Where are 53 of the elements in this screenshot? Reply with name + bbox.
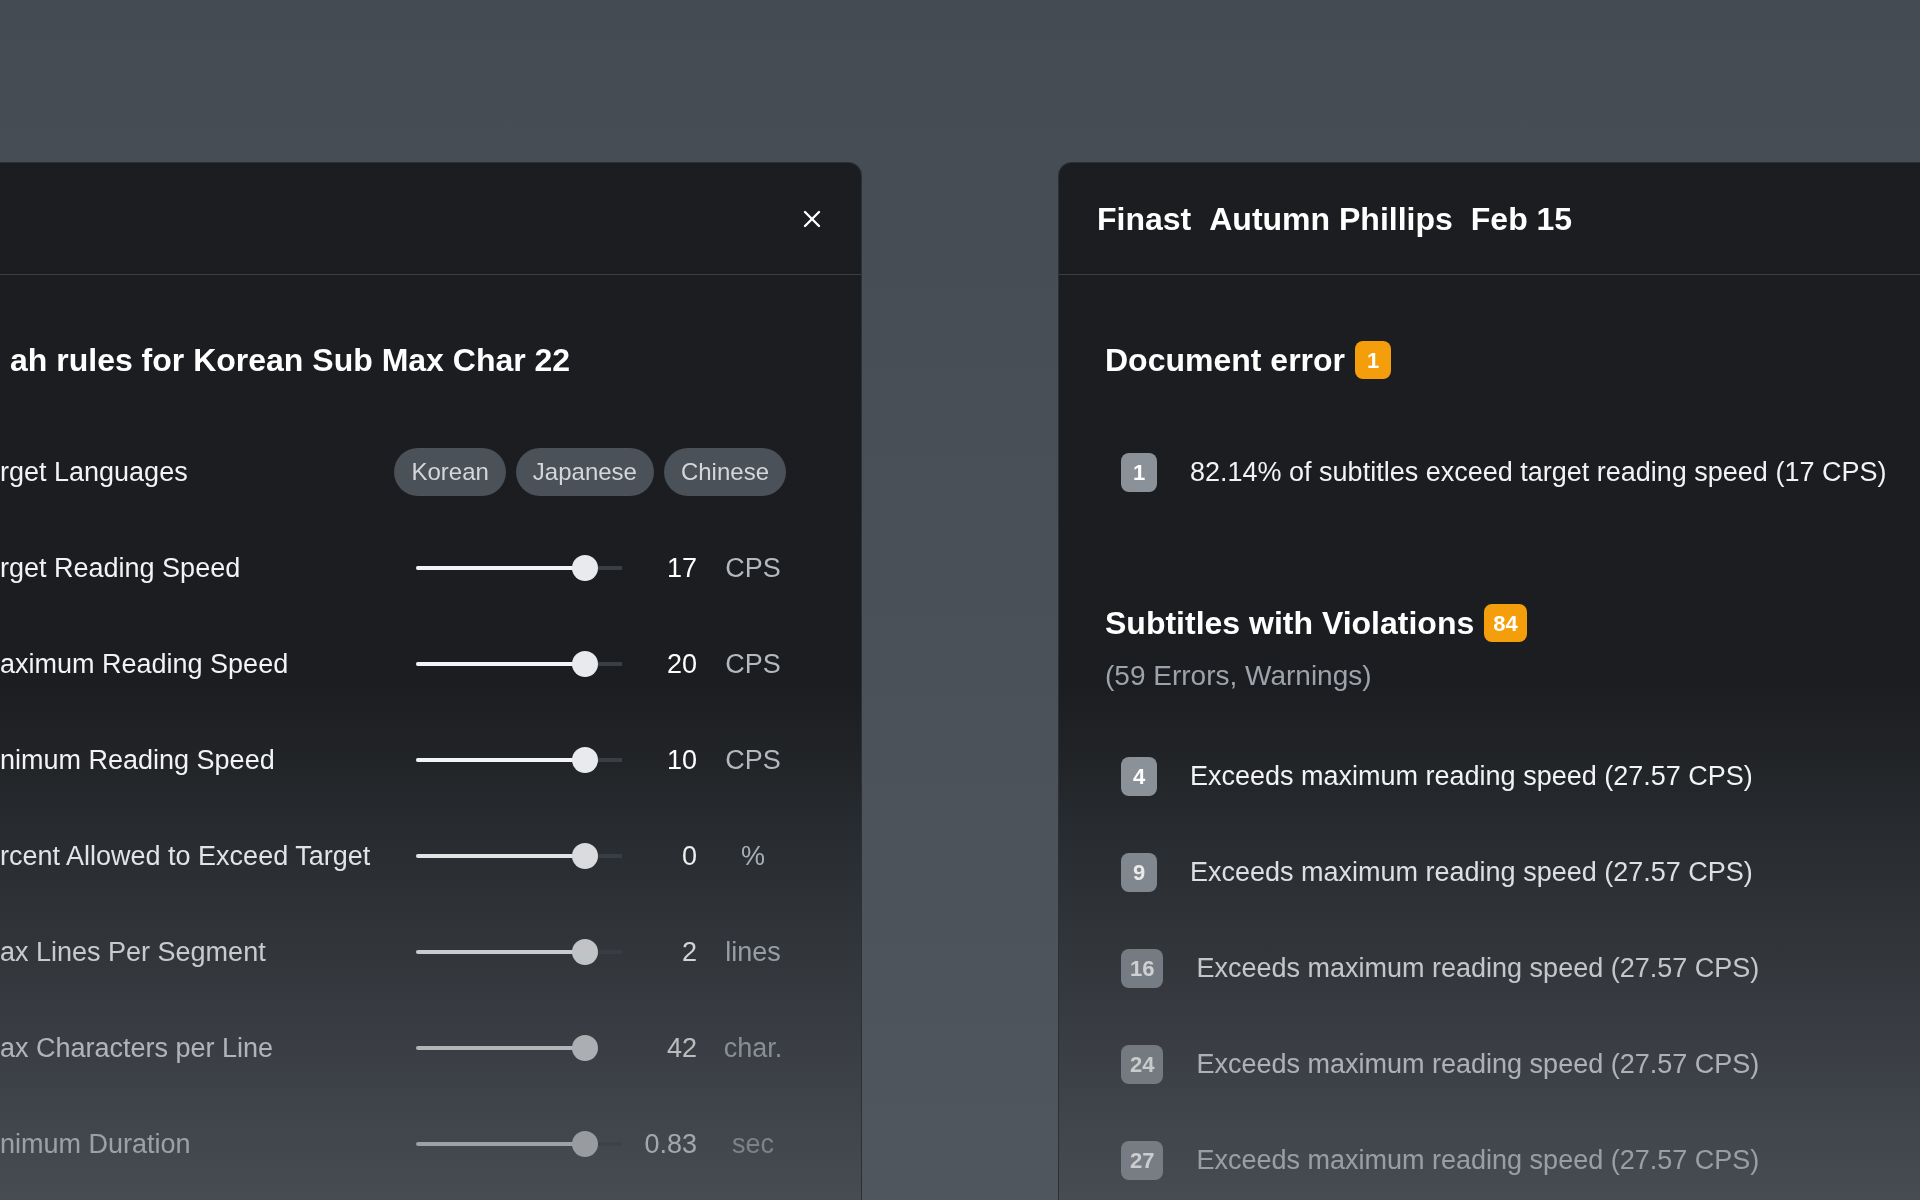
setting-label: ax Characters per Line	[0, 1031, 275, 1065]
unit-label: %	[740, 839, 766, 873]
slider-thumb[interactable]	[571, 555, 598, 581]
subtitle-number: 24	[1121, 1044, 1164, 1084]
subtitle-number: 27	[1121, 1140, 1164, 1180]
setting-label: aximum Reading Speed	[0, 647, 290, 681]
slider-thumb[interactable]	[571, 1035, 598, 1061]
count-badge: 1	[1355, 341, 1392, 379]
setting-value: 0.83	[643, 1127, 697, 1161]
rule-set-title: ah rules for Korean Sub Max Char 22	[9, 341, 571, 380]
issue-text: Exceeds maximum reading speed (27.57 CPS)	[1190, 855, 1753, 889]
setting-label: rget Reading Speed	[0, 551, 242, 585]
unit-label: CPS	[724, 647, 782, 681]
setting-label: rget Languages	[0, 455, 188, 489]
header-text: Finast	[1097, 199, 1192, 239]
header-text: Feb 15	[1470, 199, 1573, 239]
setting-value: 42	[665, 1031, 697, 1065]
setting-value: 2	[680, 935, 697, 969]
unit-label: char.	[722, 1031, 784, 1065]
issue-text: 82.14% of subtitles exceed target reading speed (17 CPS)	[1190, 455, 1887, 489]
language-chip[interactable]: Korean	[394, 448, 506, 496]
subtitle-number: 16	[1121, 948, 1164, 988]
setting-label: nimum Reading Speed	[0, 743, 276, 777]
section-heading: Subtitles with Violations	[1105, 604, 1475, 643]
unit-label: CPS	[724, 743, 782, 777]
subtitle-number: 1	[1121, 452, 1157, 492]
unit-label: sec	[731, 1127, 775, 1161]
slider-thumb[interactable]	[571, 843, 598, 869]
setting-label: ax Lines Per Segment	[0, 935, 267, 969]
subtitle-number: 4	[1121, 756, 1157, 796]
language-chip[interactable]: Japanese	[515, 448, 654, 496]
issue-text: Exceeds maximum reading speed (27.57 CPS)	[1196, 1143, 1760, 1177]
issue-text: Exceeds maximum reading speed (27.57 CPS)	[1196, 951, 1760, 985]
slider-thumb[interactable]	[571, 747, 598, 773]
count-badge: 84	[1484, 604, 1527, 642]
setting-label: nimum Duration	[0, 1127, 192, 1161]
setting-label: rcent Allowed to Exceed Target	[0, 839, 372, 873]
setting-value: 20	[665, 647, 697, 681]
issue-text: Exceeds maximum reading speed (27.57 CPS)	[1190, 759, 1753, 793]
slider-thumb[interactable]	[571, 651, 598, 677]
unit-label: lines	[724, 935, 782, 969]
slider-thumb[interactable]	[571, 939, 598, 965]
setting-value: 17	[665, 551, 697, 585]
subtitle-number: 9	[1121, 852, 1157, 892]
slider-thumb[interactable]	[571, 1131, 598, 1157]
header-text: Autumn Phillips	[1209, 199, 1453, 239]
language-chip[interactable]: Chinese	[663, 448, 786, 496]
violations-summary: (59 Errors, Warnings)	[1105, 659, 1372, 693]
setting-value: 0	[680, 839, 697, 873]
section-heading: Document error	[1105, 341, 1346, 380]
setting-value: 10	[665, 743, 697, 777]
issue-text: Exceeds maximum reading speed (27.57 CPS)	[1196, 1047, 1760, 1081]
unit-label: CPS	[724, 551, 782, 585]
